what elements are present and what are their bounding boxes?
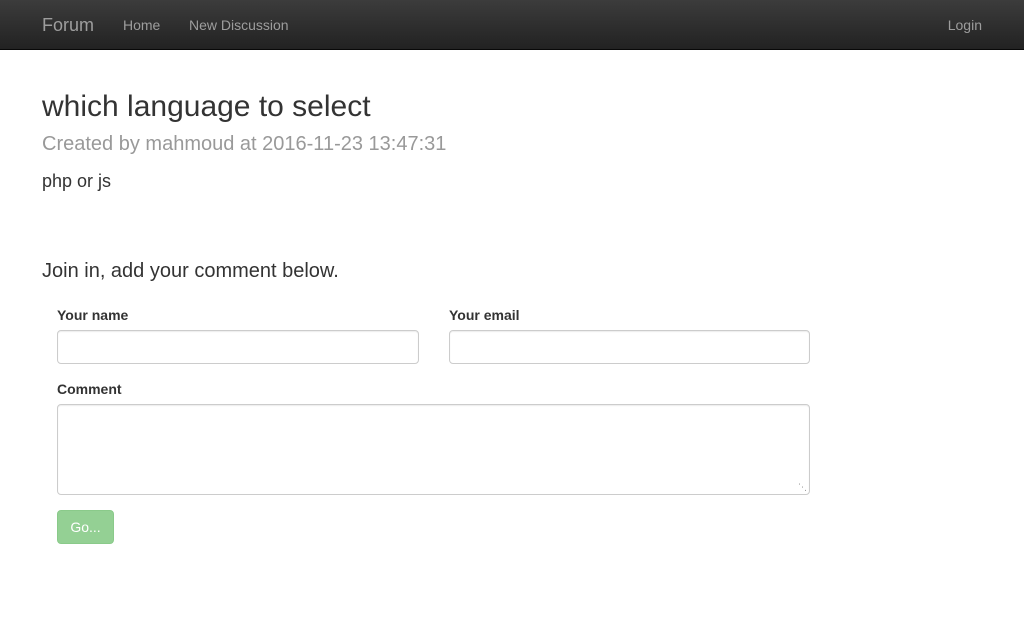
nav-link-home[interactable]: Home (123, 17, 160, 34)
email-label: Your email (449, 307, 520, 323)
brand-link[interactable]: Forum (42, 14, 94, 36)
created-timestamp: 2016-11-23 13:47:31 (262, 133, 447, 155)
email-input[interactable] (449, 330, 810, 364)
submit-comment-button[interactable]: Go... (57, 510, 114, 544)
resize-grip-icon[interactable]: ⋱ (797, 482, 807, 492)
meta-prefix: Created by (42, 133, 140, 155)
author-name: mahmoud (145, 133, 235, 155)
nav-link-login[interactable]: Login (948, 17, 982, 34)
name-input[interactable] (57, 330, 419, 364)
top-navbar: Forum Home New Discussion Login (0, 0, 1024, 50)
discussion-body: php or js (42, 171, 112, 191)
nav-link-new-discussion[interactable]: New Discussion (189, 17, 289, 34)
comment-label: Comment (57, 381, 122, 397)
comment-textarea[interactable] (57, 404, 810, 495)
meta-at: at (239, 133, 257, 155)
comment-prompt: Join in, add your comment below. (42, 260, 339, 282)
discussion-title: which language to select (42, 90, 371, 123)
discussion-meta: Created by mahmoud at 2016-11-23 13:47:3… (42, 132, 446, 156)
name-label: Your name (57, 307, 129, 323)
